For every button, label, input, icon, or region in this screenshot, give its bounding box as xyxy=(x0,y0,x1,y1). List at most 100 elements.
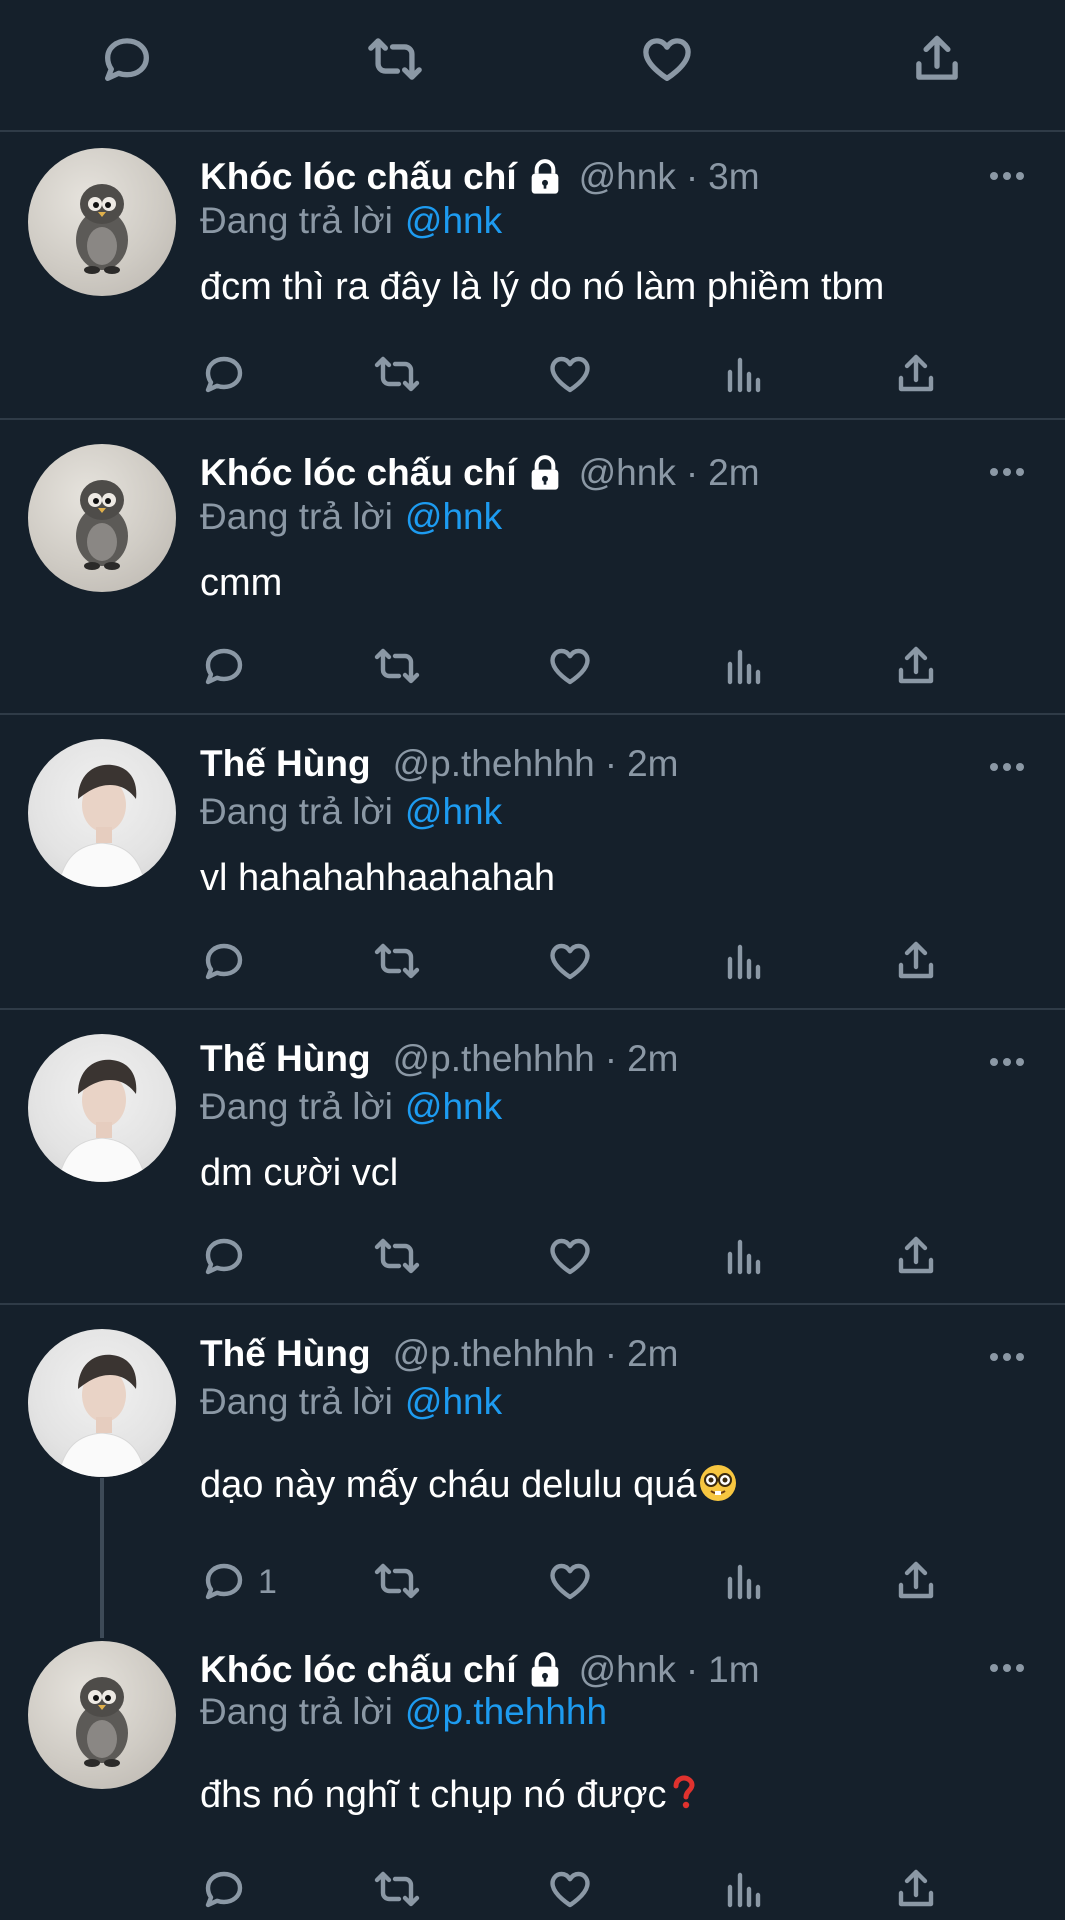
tweet-text: dạo này mấy cháu delulu quá xyxy=(200,1463,738,1507)
like-icon[interactable] xyxy=(546,1557,594,1605)
separator-dot: · xyxy=(685,452,699,493)
mention-link[interactable]: @hnk xyxy=(405,791,502,832)
like-icon[interactable] xyxy=(546,1865,594,1913)
mention-link[interactable]: @p.thehhhh xyxy=(405,1691,607,1732)
display-name[interactable]: Khóc lóc chấu chí xyxy=(200,156,517,198)
views-icon[interactable] xyxy=(720,350,768,398)
person-avatar[interactable] xyxy=(28,1329,176,1477)
like-icon[interactable] xyxy=(546,1232,594,1280)
timestamp[interactable]: 2m xyxy=(708,452,759,494)
separator-dot: · xyxy=(604,743,618,784)
more-icon[interactable] xyxy=(987,1661,1027,1675)
reply-icon[interactable] xyxy=(200,1865,248,1913)
share-icon[interactable] xyxy=(908,30,966,88)
handle[interactable]: @hnk xyxy=(579,1649,676,1691)
retweet-icon[interactable] xyxy=(373,1557,421,1605)
share-icon[interactable] xyxy=(892,1232,940,1280)
handle[interactable]: @p.thehhhh xyxy=(393,1333,595,1375)
more-icon[interactable] xyxy=(987,760,1027,774)
penguin-avatar[interactable] xyxy=(28,444,176,592)
handle[interactable]: @p.thehhhh xyxy=(393,1038,595,1080)
profile-photo-image xyxy=(57,1354,147,1477)
retweet-icon[interactable] xyxy=(366,30,424,88)
share-icon[interactable] xyxy=(892,350,940,398)
display-name[interactable]: Khóc lóc chấu chí xyxy=(200,1649,517,1691)
retweet-icon[interactable] xyxy=(373,1232,421,1280)
penguin-avatar[interactable] xyxy=(28,148,176,296)
lock-icon xyxy=(531,1652,558,1687)
penguin-avatar[interactable] xyxy=(28,1641,176,1789)
share-icon[interactable] xyxy=(892,1865,940,1913)
more-icon[interactable] xyxy=(987,1055,1027,1069)
mention-link[interactable]: @hnk xyxy=(405,200,502,241)
penguin-plush-image xyxy=(76,184,128,274)
tweet-actions xyxy=(0,350,1065,400)
like-icon[interactable] xyxy=(546,937,594,985)
display-name[interactable]: Thế Hùng xyxy=(200,1333,371,1375)
tweet-actions xyxy=(0,642,1065,692)
tweet[interactable]: Khóc lóc chấu chí @hnk · 1m Đang trả lời… xyxy=(0,1635,1065,1920)
retweet-icon[interactable] xyxy=(373,937,421,985)
tweet-header: Khóc lóc chấu chí @hnk · 1m xyxy=(200,1645,760,1695)
replying-to: Đang trả lời @p.thehhhh xyxy=(200,1691,607,1733)
tweet[interactable]: Khóc lóc chấu chí @hnk · 2m Đang trả lời… xyxy=(0,420,1065,714)
separator-dot: · xyxy=(685,1649,699,1690)
timestamp[interactable]: 2m xyxy=(627,1038,678,1080)
like-icon[interactable] xyxy=(638,30,696,88)
lock-icon xyxy=(531,455,558,490)
mention-link[interactable]: @hnk xyxy=(405,1086,502,1127)
penguin-plush-image xyxy=(76,1677,128,1767)
timestamp[interactable]: 2m xyxy=(627,743,678,785)
timestamp[interactable]: 2m xyxy=(627,1333,678,1375)
tweet-actions xyxy=(0,1865,1065,1915)
reply-icon[interactable] xyxy=(200,937,248,985)
retweet-icon[interactable] xyxy=(373,1865,421,1913)
penguin-plush-image xyxy=(76,480,128,570)
display-name[interactable]: Khóc lóc chấu chí xyxy=(200,452,517,494)
more-icon[interactable] xyxy=(987,169,1027,183)
reply-icon[interactable] xyxy=(200,350,248,398)
handle[interactable]: @hnk xyxy=(579,452,676,494)
handle[interactable]: @hnk xyxy=(579,156,676,198)
timestamp[interactable]: 1m xyxy=(708,1649,759,1691)
like-icon[interactable] xyxy=(546,642,594,690)
mention-link[interactable]: @hnk xyxy=(405,1381,502,1422)
tweet-text: vl hahahahhaahahah xyxy=(200,857,556,899)
tweet[interactable]: Khóc lóc chấu chí @hnk · 3m Đang trả lời… xyxy=(0,132,1065,416)
like-icon[interactable] xyxy=(546,350,594,398)
lock-icon xyxy=(531,159,558,194)
tweet-header: Thế Hùng @p.thehhhh · 2m xyxy=(200,1329,679,1379)
reply-icon[interactable] xyxy=(98,30,156,88)
retweet-icon[interactable] xyxy=(373,350,421,398)
reply-icon[interactable] xyxy=(200,1557,248,1605)
views-icon[interactable] xyxy=(720,1557,768,1605)
display-name[interactable]: Thế Hùng xyxy=(200,743,371,785)
reply-icon[interactable] xyxy=(200,1232,248,1280)
more-icon[interactable] xyxy=(987,465,1027,479)
separator-dot: · xyxy=(604,1333,618,1374)
handle[interactable]: @p.thehhhh xyxy=(393,743,595,785)
share-icon[interactable] xyxy=(892,937,940,985)
tweet-text: cmm xyxy=(200,562,283,604)
views-icon[interactable] xyxy=(720,937,768,985)
share-icon[interactable] xyxy=(892,642,940,690)
replying-to: Đang trả lời @hnk xyxy=(200,791,502,833)
views-icon[interactable] xyxy=(720,642,768,690)
reply-icon[interactable] xyxy=(200,642,248,690)
display-name[interactable]: Thế Hùng xyxy=(200,1038,371,1080)
tweet-text: đcm thì ra đây là lý do nó làm phiềm tbm xyxy=(200,266,885,308)
timestamp[interactable]: 3m xyxy=(708,156,759,198)
views-icon[interactable] xyxy=(720,1232,768,1280)
person-avatar[interactable] xyxy=(28,739,176,887)
tweet-header: Thế Hùng @p.thehhhh · 2m xyxy=(200,1034,679,1084)
more-icon[interactable] xyxy=(987,1350,1027,1364)
views-icon[interactable] xyxy=(720,1865,768,1913)
tweet[interactable]: Thế Hùng @p.thehhhh · 2m Đang trả lời @hn… xyxy=(0,1305,1065,1635)
retweet-icon[interactable] xyxy=(373,642,421,690)
share-icon[interactable] xyxy=(892,1557,940,1605)
mention-link[interactable]: @hnk xyxy=(405,496,502,537)
person-avatar[interactable] xyxy=(28,1034,176,1182)
tweet[interactable]: Thế Hùng @p.thehhhh · 2m Đang trả lời @hn… xyxy=(0,1010,1065,1304)
tweet[interactable]: Thế Hùng @p.thehhhh · 2m Đang trả lời @hn… xyxy=(0,715,1065,1009)
tweet-text-content: dạo này mấy cháu delulu quá xyxy=(200,1464,697,1506)
